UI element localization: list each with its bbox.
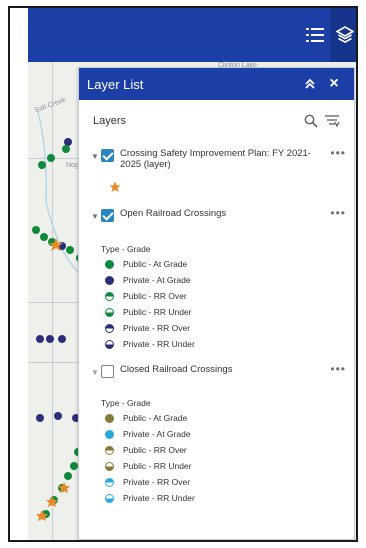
layer-title: Closed Railroad Crossings (120, 364, 233, 375)
legend-label: Private - RR Under (123, 493, 195, 503)
legend-label: Public - RR Under (123, 461, 192, 471)
legend-symbol (105, 429, 114, 439)
legend-label: Public - RR Under (123, 307, 192, 317)
layer-visibility-checkbox[interactable] (101, 365, 114, 378)
legend-title: Type - Grade (101, 244, 151, 254)
legend-symbol (105, 493, 114, 503)
more-options-button[interactable]: ••• (330, 362, 346, 376)
panel-header: Layer List × (79, 68, 354, 100)
layer-title: Open Railroad Crossings (120, 208, 227, 219)
legend-item: Private - RR Over (79, 320, 354, 336)
legend-item: Public - RR Under (79, 304, 354, 320)
legend-symbol (105, 461, 114, 471)
panel-title: Layer List (87, 76, 144, 92)
legend-label: Private - RR Under (123, 339, 195, 349)
legend-item: Public - RR Over (79, 442, 354, 458)
app-frame: Clinton Lake Salt Creek Nog Layer List ×… (8, 6, 358, 542)
legend-item: Private - RR Over (79, 474, 354, 490)
top-toolbar (28, 8, 356, 62)
list-legend-icon[interactable] (300, 20, 330, 50)
search-icon[interactable] (304, 114, 318, 128)
layer-visibility-checkbox[interactable] (101, 149, 114, 162)
legend-title: Type - Grade (101, 398, 151, 408)
layer-item-open-crossings: ▼ Open Railroad Crossings ••• Type - Gra… (79, 206, 354, 352)
legend-symbol (105, 259, 114, 269)
legend-symbol (105, 291, 114, 301)
layers-toolbar: Layers (79, 100, 354, 142)
layer-item-csip: ▼ Crossing Safety Improvement Plan: FY 2… (79, 146, 354, 202)
star-icon (109, 181, 121, 192)
expand-arrow-icon[interactable]: ▼ (91, 152, 101, 161)
legend-symbol (105, 413, 114, 423)
layer-title: Crossing Safety Improvement Plan: FY 202… (120, 148, 311, 170)
legend-label: Public - RR Over (123, 291, 187, 301)
layers-stack-icon[interactable] (330, 8, 356, 62)
legend-label: Public - RR Over (123, 445, 187, 455)
legend-symbol (105, 323, 114, 333)
legend-item: Private - At Grade (79, 272, 354, 288)
layer-list-panel: Layer List × Layers ▼ Crossing Safety Im… (78, 67, 355, 540)
expand-arrow-icon[interactable]: ▼ (91, 368, 101, 377)
legend-item: Public - At Grade (79, 256, 354, 272)
more-options-button[interactable]: ••• (330, 206, 346, 220)
layer-item-closed-crossings: ▼ Closed Railroad Crossings ••• Type - G… (79, 362, 354, 506)
double-chevron-up-icon[interactable] (298, 72, 322, 96)
legend-item: Private - At Grade (79, 426, 354, 442)
legend-label: Private - RR Over (123, 477, 191, 487)
legend-item: Private - RR Under (79, 490, 354, 506)
legend-label: Public - At Grade (123, 413, 188, 423)
close-button[interactable]: × (322, 72, 346, 96)
layers-label: Layers (93, 115, 127, 127)
legend-symbol (105, 445, 114, 455)
legend-symbol (105, 339, 114, 349)
legend-label: Private - At Grade (123, 275, 191, 285)
legend-symbol (105, 477, 114, 487)
legend-symbol (105, 307, 114, 317)
legend-label: Private - At Grade (123, 429, 191, 439)
expand-arrow-icon[interactable]: ▼ (91, 212, 101, 221)
legend-item: Public - RR Under (79, 458, 354, 474)
sort-filter-icon[interactable] (324, 114, 340, 128)
legend-item: Public - RR Over (79, 288, 354, 304)
legend-item: Private - RR Under (79, 336, 354, 352)
legend-symbol (105, 275, 114, 285)
legend-item: Public - At Grade (79, 410, 354, 426)
legend-label: Public - At Grade (123, 259, 188, 269)
layer-visibility-checkbox[interactable] (101, 209, 114, 222)
more-options-button[interactable]: ••• (330, 146, 346, 160)
legend-label: Private - RR Over (123, 323, 191, 333)
